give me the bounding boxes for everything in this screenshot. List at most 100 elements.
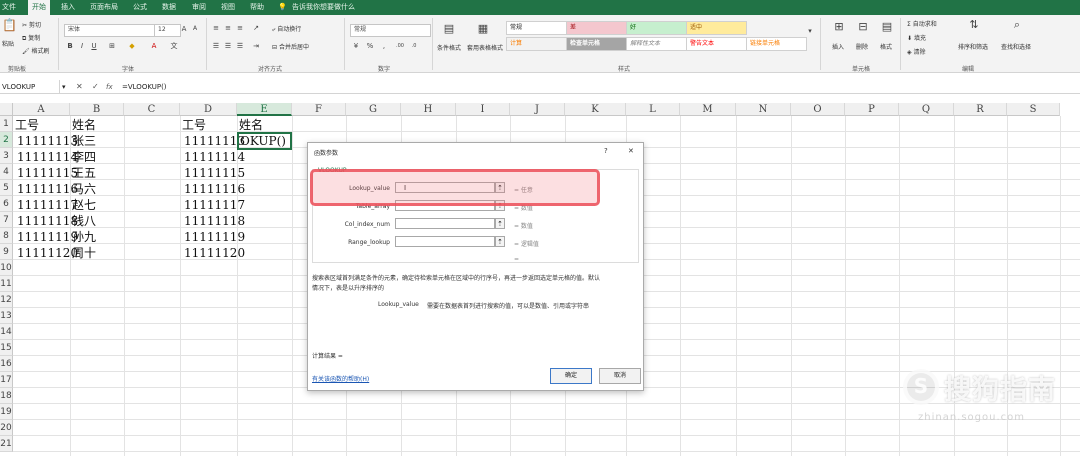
row-header[interactable]: 12	[0, 292, 13, 308]
delete-cells-icon[interactable]: ⊟	[856, 21, 870, 37]
column-header-d[interactable]: D	[180, 103, 237, 116]
border-icon[interactable]: ⊞	[108, 42, 116, 50]
column-header-k[interactable]: K	[565, 103, 626, 116]
cell-a[interactable]: 11111118	[17, 213, 78, 229]
row-header[interactable]: 4	[0, 164, 13, 180]
column-header-l[interactable]: L	[626, 103, 680, 116]
clear-button[interactable]: ◈ 清除	[907, 47, 926, 56]
style-explanatory[interactable]: 解释性文本	[626, 37, 687, 51]
row-header[interactable]: 16	[0, 356, 13, 372]
style-normal[interactable]: 常规	[506, 21, 567, 35]
column-header-j[interactable]: J	[510, 103, 565, 116]
conditional-format-button[interactable]: 条件格式	[437, 43, 461, 52]
row-header[interactable]: 14	[0, 324, 13, 340]
cell-b[interactable]: 马六	[72, 181, 96, 197]
merge-center-button[interactable]: ⊟ 合并后居中	[272, 42, 309, 51]
cell-d[interactable]: 11111120	[184, 245, 245, 261]
column-header-s[interactable]: S	[1007, 103, 1060, 116]
underline-icon[interactable]: U	[90, 42, 98, 50]
orientation-icon[interactable]: ↗	[252, 24, 260, 32]
autosum-button[interactable]: Σ 自动求和	[907, 19, 937, 28]
cell-b[interactable]: 钱八	[72, 213, 96, 229]
dialog-help-button[interactable]: ?	[604, 147, 608, 155]
column-header-h[interactable]: H	[401, 103, 456, 116]
tab-review[interactable]: 审阅	[192, 0, 206, 15]
style-neutral[interactable]: 适中	[686, 21, 747, 35]
fill-color-icon[interactable]: ◆	[128, 42, 136, 50]
insert-function-icon[interactable]: fx	[106, 80, 113, 94]
tab-view[interactable]: 视图	[221, 0, 235, 15]
fill-button[interactable]: ⬇ 填充	[907, 33, 926, 42]
collapse-dialog-button[interactable]: ⇡	[495, 236, 505, 247]
row-header[interactable]: 1	[0, 116, 13, 132]
paste-button[interactable]: 粘贴	[2, 39, 14, 48]
formula-input[interactable]: =VLOOKUP()	[122, 80, 167, 94]
tab-formulas[interactable]: 公式	[133, 0, 147, 15]
insert-cells-icon[interactable]: ⊞	[832, 21, 846, 37]
currency-icon[interactable]: ¥	[352, 42, 360, 50]
arg-input-range-lookup[interactable]	[395, 236, 495, 247]
row-header[interactable]: 17	[0, 372, 13, 388]
increase-decimal-icon[interactable]: .00	[396, 42, 404, 50]
cancel-button[interactable]: 取消	[599, 368, 641, 384]
cut-button[interactable]: ✂ 剪切	[22, 20, 41, 29]
cell-d[interactable]: 11111117	[184, 197, 245, 213]
number-format-combo[interactable]: 常规	[350, 24, 431, 37]
row-header[interactable]: 15	[0, 340, 13, 356]
row-header[interactable]: 8	[0, 228, 13, 244]
cell-b[interactable]: 王五	[72, 165, 96, 181]
sort-filter-icon[interactable]: ⇅	[967, 19, 981, 35]
align-center-icon[interactable]: ☰	[224, 42, 232, 50]
align-left-icon[interactable]: ☰	[212, 42, 220, 50]
column-header-c[interactable]: C	[124, 103, 180, 116]
tab-data[interactable]: 数据	[162, 0, 176, 15]
cell-a[interactable]: 11111119	[17, 229, 78, 245]
column-header-o[interactable]: O	[791, 103, 845, 116]
column-header-b[interactable]: B	[70, 103, 124, 116]
row-header[interactable]: 13	[0, 308, 13, 324]
row-header[interactable]: 21	[0, 436, 13, 452]
row-header[interactable]: 3	[0, 148, 13, 164]
font-size-combo[interactable]: 12	[154, 24, 181, 37]
align-right-icon[interactable]: ☰	[236, 42, 244, 50]
column-header-a[interactable]: A	[13, 103, 70, 116]
tab-home[interactable]: 开始	[28, 0, 50, 15]
column-header-e[interactable]: E	[237, 103, 292, 116]
style-bad[interactable]: 差	[566, 21, 627, 35]
format-cells-icon[interactable]: ▤	[880, 21, 894, 37]
column-header-i[interactable]: I	[456, 103, 510, 116]
delete-cells-button[interactable]: 删除	[856, 42, 868, 51]
wrap-text-button[interactable]: ⤶ 自动换行	[272, 24, 301, 34]
phonetic-icon[interactable]: 文	[170, 42, 178, 50]
row-header[interactable]: 11	[0, 276, 13, 292]
cell-a[interactable]: 11111115	[17, 165, 78, 181]
cell-b[interactable]: 周十	[72, 245, 96, 261]
percent-icon[interactable]: %	[366, 42, 374, 50]
row-header[interactable]: 2	[0, 132, 13, 148]
name-box-dropdown-icon[interactable]: ▾	[62, 80, 66, 94]
styles-more-icon[interactable]: ▾	[806, 27, 814, 35]
decrease-decimal-icon[interactable]: .0	[410, 42, 418, 50]
cell-a[interactable]: 11111114	[17, 149, 78, 165]
comma-style-icon[interactable]: ,	[380, 42, 388, 50]
cell-e1[interactable]: 姓名	[239, 117, 263, 133]
arg-input-col-index-num[interactable]	[395, 218, 495, 229]
style-warning[interactable]: 警告文本	[686, 37, 747, 51]
row-header[interactable]: 7	[0, 212, 13, 228]
cell-a[interactable]: 11111117	[17, 197, 78, 213]
conditional-format-icon[interactable]: ▤	[442, 23, 456, 39]
format-as-table-icon[interactable]: ▦	[476, 23, 490, 39]
collapse-dialog-button[interactable]: ⇡	[495, 218, 505, 229]
function-help-link[interactable]: 有关该函数的帮助(H)	[312, 374, 369, 383]
format-as-table-button[interactable]: 套用表格格式	[467, 43, 503, 52]
cell-b[interactable]: 孙九	[72, 229, 96, 245]
select-all-corner[interactable]	[0, 103, 13, 116]
cell-d[interactable]: 11111113	[184, 133, 245, 149]
sort-filter-button[interactable]: 排序和筛选	[958, 42, 988, 51]
row-header[interactable]: 18	[0, 388, 13, 404]
column-header-r[interactable]: R	[954, 103, 1007, 116]
column-header-m[interactable]: M	[680, 103, 736, 116]
font-color-icon[interactable]: A	[150, 42, 158, 50]
row-header[interactable]: 6	[0, 196, 13, 212]
style-linked-cell[interactable]: 链接单元格	[746, 37, 807, 51]
